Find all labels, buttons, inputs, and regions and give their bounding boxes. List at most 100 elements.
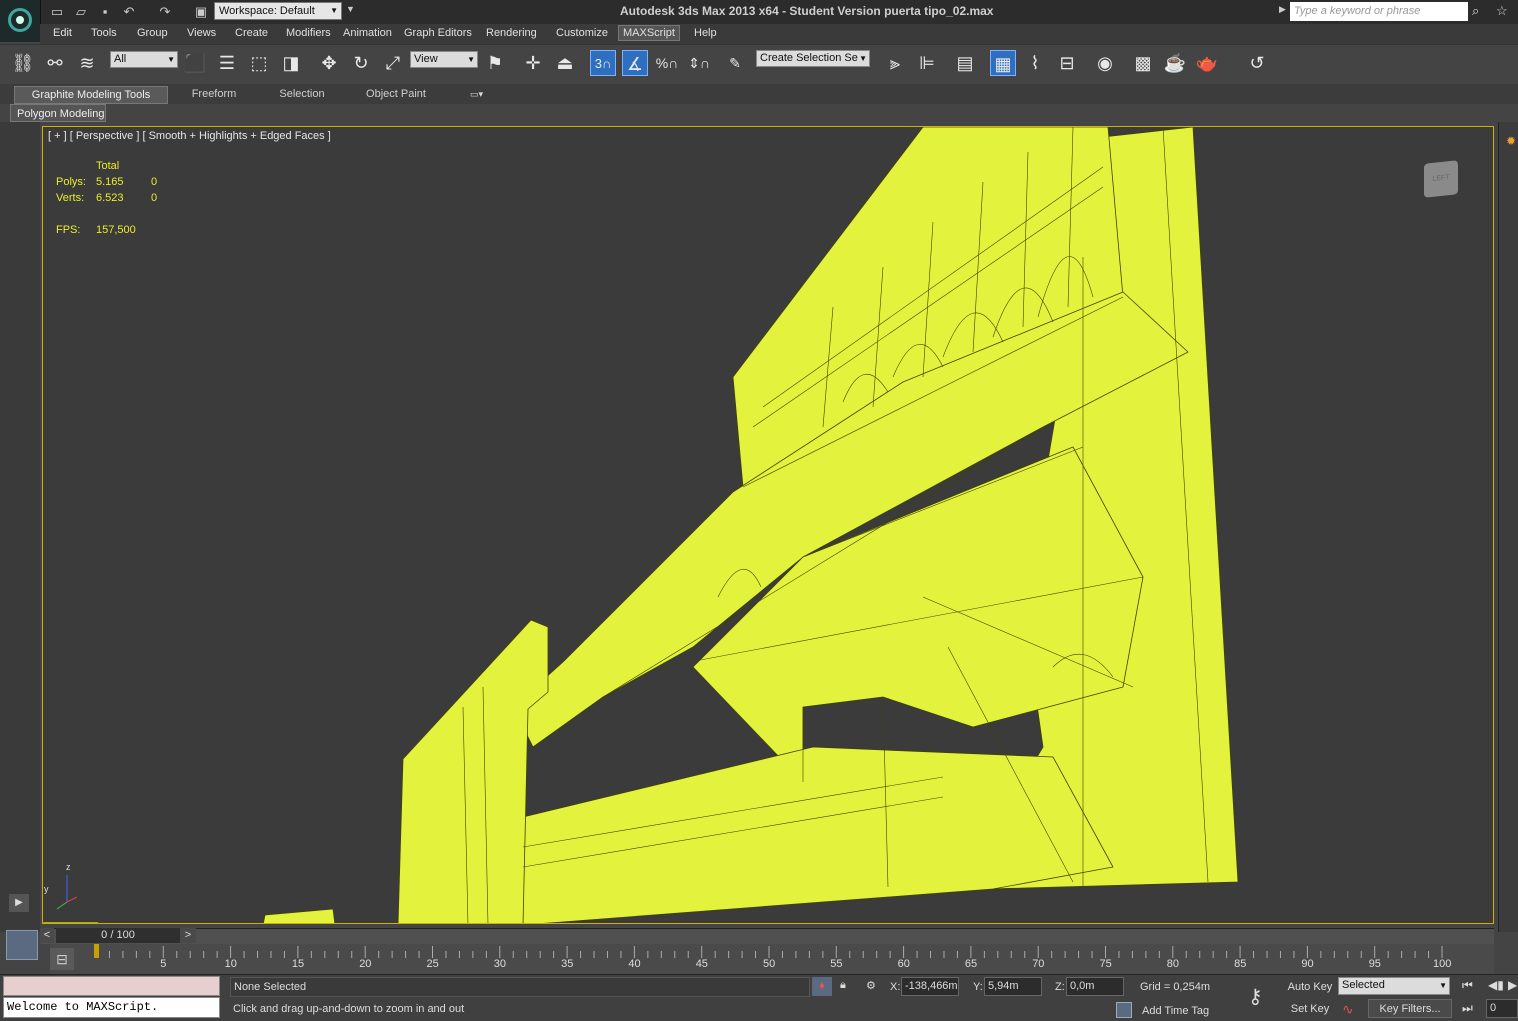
render-setup-icon[interactable]: ▩ (1130, 50, 1156, 76)
open-mini-curve-editor-icon[interactable]: ⊟ (50, 948, 74, 970)
move-icon[interactable]: ✥ (316, 50, 342, 76)
isolate-selection-icon[interactable]: ♦ (812, 977, 832, 996)
maxscript-listener-output[interactable]: Welcome to MAXScript. (3, 997, 220, 1018)
current-frame-field[interactable]: 0 (1486, 999, 1518, 1018)
frame-tick-label: 30 (493, 958, 507, 970)
menu-tools[interactable]: Tools (87, 27, 121, 39)
time-slider-next[interactable]: > (180, 928, 196, 943)
viewcube[interactable]: LEFT (1424, 160, 1458, 198)
key-filters-button[interactable]: Key Filters... (1368, 999, 1452, 1018)
menu-views[interactable]: Views (183, 27, 220, 39)
save-file-icon[interactable]: ▪ (96, 3, 114, 21)
select-and-link-icon[interactable]: ⛓ (10, 50, 36, 76)
viewport-label[interactable]: [ + ] [ Perspective ] [ Smooth + Highlig… (48, 130, 331, 142)
rotate-icon[interactable]: ↻ (348, 50, 374, 76)
tab-object-paint[interactable]: Object Paint (348, 86, 444, 104)
reference-coordinate-dropdown[interactable]: View ▼ (410, 51, 478, 68)
new-file-icon[interactable]: ▭ (48, 3, 66, 21)
menu-animation[interactable]: Animation (339, 27, 396, 39)
undo-icon[interactable]: ↶ (120, 3, 138, 21)
workspace-dropdown[interactable]: Workspace: Default ▼ (214, 2, 342, 20)
layer-manager-icon[interactable]: ▤ (952, 50, 978, 76)
percent-snap-icon[interactable]: %∩ (654, 50, 680, 76)
menu-help[interactable]: Help (690, 27, 721, 39)
command-panel[interactable] (1498, 122, 1518, 932)
search-input[interactable]: Type a keyword or phrase (1290, 2, 1468, 21)
key-mode-toggle-icon[interactable]: ⏭ (1462, 1001, 1473, 1016)
select-by-name-icon[interactable]: ☰ (214, 50, 240, 76)
schematic-view-icon[interactable]: ⊟ (1054, 50, 1080, 76)
ribbon-options-icon[interactable]: ▭▾ (470, 86, 492, 102)
manipulate-icon[interactable]: ✛ (520, 50, 546, 76)
named-selection-dropdown[interactable]: Create Selection Se ▼ (756, 50, 870, 67)
align-icon[interactable]: ⊫ (914, 50, 940, 76)
app-logo-button[interactable] (0, 0, 41, 42)
expand-arrow-icon[interactable]: ▶ (1279, 4, 1286, 15)
y-coord-field[interactable]: 5,94m (984, 977, 1042, 996)
play-panel-icon[interactable]: ▶ (9, 894, 29, 912)
selection-lock-icon[interactable]: 🔒︎ (840, 979, 846, 992)
time-tag-icon[interactable] (1116, 1002, 1132, 1018)
pivot-center-icon[interactable]: ⚑ (482, 50, 508, 76)
scale-icon[interactable]: ⤢ (380, 50, 406, 76)
menu-maxscript[interactable]: MAXScript (618, 25, 680, 41)
keyboard-shortcut-override-icon[interactable]: ⏏ (552, 50, 578, 76)
project-folder-icon[interactable]: ▣ (192, 3, 210, 21)
menu-graph-editors[interactable]: Graph Editors (400, 27, 476, 39)
menu-rendering[interactable]: Rendering (482, 27, 541, 39)
tab-freeform[interactable]: Freeform (172, 86, 256, 104)
maxscript-listener-input[interactable] (3, 976, 220, 996)
spinner-snap-icon[interactable]: ⇕∩ (686, 50, 712, 76)
set-key-button[interactable]: Set Key (1286, 999, 1334, 1019)
time-slider-prev[interactable]: < (40, 928, 54, 943)
polygon-modeling-panel[interactable]: Polygon Modeling (10, 104, 106, 122)
tab-graphite-modeling-tools[interactable]: Graphite Modeling Tools (14, 86, 168, 104)
selection-filter-dropdown[interactable]: All ▼ (110, 51, 178, 68)
time-slider-track[interactable] (40, 928, 1494, 944)
redo-icon[interactable]: ↷ (156, 3, 174, 21)
menu-modifiers[interactable]: Modifiers (282, 27, 335, 39)
goto-start-icon[interactable]: ⏮ (1462, 978, 1473, 993)
graphite-toggle-icon[interactable]: ▦ (990, 50, 1016, 76)
render-production-icon[interactable]: 🫖 (1194, 50, 1220, 76)
key-selection-dropdown[interactable]: Selected ▼ (1338, 977, 1450, 995)
open-file-icon[interactable]: ▱ (72, 3, 90, 21)
quick-access-menu-icon[interactable]: ▼ (346, 4, 355, 14)
z-coord-field[interactable]: 0,0m (1066, 977, 1124, 996)
time-slider-thumb[interactable]: 0 / 100 (56, 928, 180, 943)
unlink-icon[interactable]: ⚯ (42, 50, 68, 76)
rectangular-selection-icon[interactable]: ⬚ (246, 50, 272, 76)
previous-frame-icon[interactable]: ◀▮ (1488, 978, 1504, 992)
tab-selection[interactable]: Selection (260, 86, 344, 104)
absolute-mode-icon[interactable]: ⚙ (866, 979, 876, 992)
key-selection-value: Selected (1342, 979, 1385, 991)
small-piece-left (43, 921, 100, 923)
set-key-icon[interactable]: ⚷ (1248, 984, 1263, 1009)
rendered-frame-window-icon[interactable]: ☕ (1162, 50, 1188, 76)
menu-create[interactable]: Create (231, 27, 272, 39)
reference-coordinate-value: View (414, 53, 438, 65)
curve-editor-icon[interactable]: ⌇ (1022, 50, 1048, 76)
menu-group[interactable]: Group (133, 27, 172, 39)
menu-customize[interactable]: Customize (552, 27, 612, 39)
create-sun-icon[interactable]: ✹ (1506, 134, 1516, 148)
auto-key-button[interactable]: Auto Key (1286, 977, 1334, 997)
mirror-icon[interactable]: ⫸ (882, 50, 908, 76)
perspective-viewport[interactable] (42, 126, 1494, 924)
select-object-icon[interactable]: ⬛ (182, 50, 208, 76)
snaps-toggle-icon[interactable]: 3∩ (590, 50, 616, 76)
binoculars-icon[interactable]: ⌕ (1472, 3, 1479, 19)
current-frame-marker[interactable] (94, 944, 99, 958)
edit-named-selection-icon[interactable]: ✎ (722, 50, 748, 76)
favorites-star-icon[interactable]: ☆ (1496, 3, 1508, 19)
play-icon[interactable]: ▶ (1508, 978, 1517, 992)
bind-space-warp-icon[interactable]: ≋ (74, 50, 100, 76)
menu-edit[interactable]: Edit (49, 27, 76, 39)
add-time-tag[interactable]: Add Time Tag (1142, 1005, 1209, 1017)
angle-snap-icon[interactable]: ∡ (622, 50, 648, 76)
material-editor-icon[interactable]: ◉ (1092, 50, 1118, 76)
minmax-toggle-button[interactable] (6, 930, 38, 960)
x-coord-field[interactable]: -138,466m (901, 977, 959, 996)
scene-explorer-icon[interactable]: ↺ (1244, 50, 1270, 76)
window-crossing-icon[interactable]: ◨ (278, 50, 304, 76)
